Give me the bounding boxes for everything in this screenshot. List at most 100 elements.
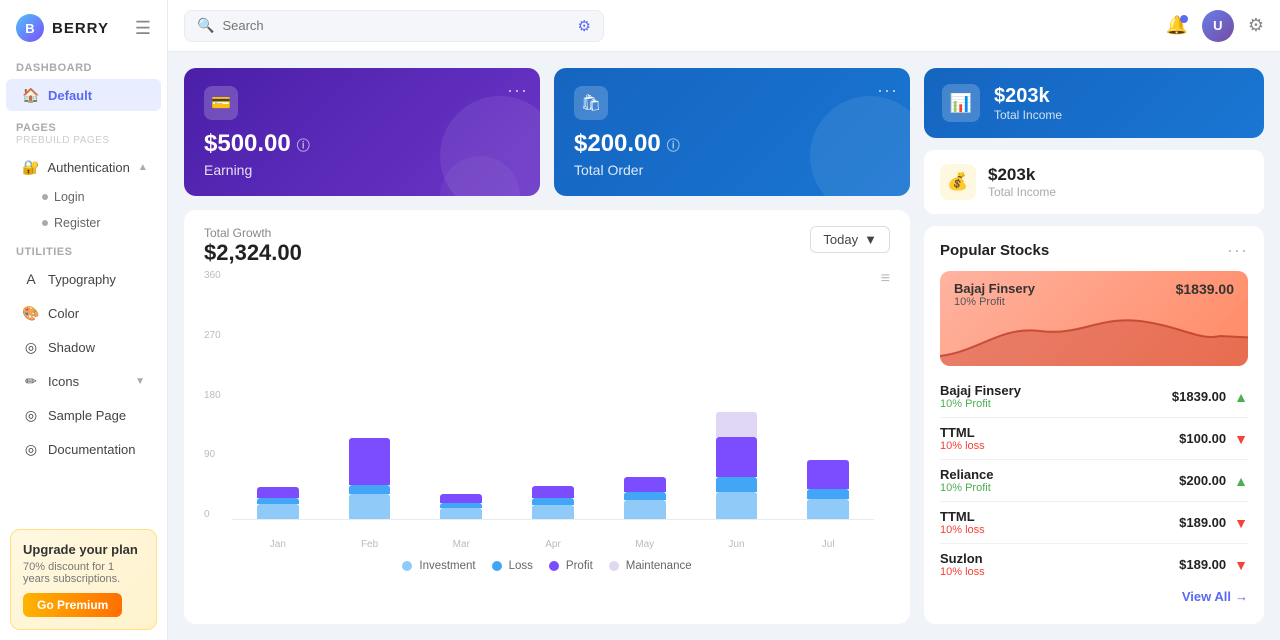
stock-info: Suzlon10% loss bbox=[940, 551, 985, 578]
bar-profit bbox=[624, 477, 666, 492]
trend-down-icon: ▼ bbox=[1234, 557, 1248, 573]
earning-label: Earning bbox=[204, 162, 520, 178]
chart-options-button[interactable]: ≡ bbox=[881, 270, 890, 288]
chart-x-label: Mar bbox=[415, 539, 507, 550]
stock-info: TTML10% loss bbox=[940, 509, 985, 536]
trend-down-icon: ▼ bbox=[1234, 431, 1248, 447]
stock-row: Reliance10% Profit $200.00▲ bbox=[940, 460, 1248, 502]
legend-dot-maintenance bbox=[609, 561, 619, 571]
sidebar-item-authentication[interactable]: 🔐 Authentication ▲ bbox=[6, 151, 161, 183]
sidebar-item-login[interactable]: Login bbox=[6, 185, 161, 209]
income-small-label: Total Income bbox=[988, 185, 1056, 199]
stock-value: $189.00 bbox=[1179, 557, 1226, 572]
bar-profit bbox=[807, 460, 849, 489]
bar-loss bbox=[716, 477, 758, 492]
upgrade-box: Upgrade your plan 70% discount for 1 yea… bbox=[10, 529, 157, 630]
logo-area: B BERRY ☰ bbox=[0, 0, 167, 52]
popular-stocks-card: Popular Stocks ··· Bajaj Finsery 10% Pro… bbox=[924, 226, 1264, 624]
bar-investment bbox=[716, 492, 758, 520]
docs-icon: ◎ bbox=[22, 440, 40, 458]
bar-group bbox=[704, 412, 768, 520]
ps-chart-stock-value: $1839.00 bbox=[1176, 281, 1234, 297]
bar-profit bbox=[532, 486, 574, 498]
total-income-top-card: 📊 $203k Total Income bbox=[924, 68, 1264, 138]
wallet-icon: 💳 bbox=[211, 93, 231, 113]
menu-toggle-button[interactable]: ☰ bbox=[135, 18, 151, 39]
stock-row: TTML10% loss$100.00▼ bbox=[940, 418, 1248, 460]
stock-name: TTML bbox=[940, 509, 985, 524]
logo-icon: B bbox=[16, 14, 44, 42]
search-input[interactable] bbox=[222, 18, 561, 33]
bar-profit bbox=[440, 494, 482, 503]
bar-investment bbox=[349, 494, 391, 519]
stacked-bar bbox=[716, 412, 758, 520]
total-order-label: Total Order bbox=[574, 162, 890, 178]
sidebar-item-typography[interactable]: A Typography bbox=[6, 263, 161, 295]
chart-x-label: May bbox=[599, 539, 691, 550]
filter-button[interactable]: ⚙ bbox=[578, 17, 591, 35]
search-icon: 🔍 bbox=[197, 17, 214, 34]
growth-chart-card: Total Growth $2,324.00 Today ▼ ≡ 360 270… bbox=[184, 210, 910, 624]
sidebar-item-register[interactable]: Register bbox=[6, 211, 161, 235]
app-name: BERRY bbox=[52, 20, 109, 37]
sidebar-item-shadow[interactable]: ◎ Shadow bbox=[6, 331, 161, 363]
content: ··· 💳 $500.00 ⓘ Earning ··· 🛍 bbox=[168, 52, 1280, 640]
shadow-icon: ◎ bbox=[22, 338, 40, 356]
sidebar-item-icons[interactable]: ✏ Icons ▼ bbox=[6, 365, 161, 397]
stock-value: $189.00 bbox=[1179, 515, 1226, 530]
chart-x-label: Jul bbox=[782, 539, 874, 550]
chart-month-col bbox=[507, 270, 599, 519]
chart-month-col bbox=[232, 270, 324, 519]
income-small-info: $203k Total Income bbox=[988, 165, 1056, 199]
stock-info: Reliance10% Profit bbox=[940, 467, 993, 494]
view-all-row: View All → bbox=[940, 589, 1248, 604]
chart-title: Total Growth bbox=[204, 226, 302, 240]
left-column: ··· 💳 $500.00 ⓘ Earning ··· 🛍 bbox=[184, 68, 910, 624]
chart-legend: Investment Loss Profit Maintenance bbox=[204, 560, 890, 572]
total-order-info-icon[interactable]: ⓘ bbox=[667, 135, 680, 154]
income-top-icon: 📊 bbox=[942, 84, 980, 122]
stock-row: Suzlon10% loss $189.00 ▼ bbox=[940, 544, 1248, 585]
bar-investment bbox=[532, 505, 574, 519]
chart-bars bbox=[232, 270, 874, 520]
total-order-amount: $200.00 ⓘ bbox=[574, 130, 890, 158]
total-income-small-card: 💰 $203k Total Income bbox=[924, 150, 1264, 214]
stock-name: TTML bbox=[940, 425, 985, 440]
sidebar-item-docs[interactable]: ◎ Documentation bbox=[6, 433, 161, 465]
upgrade-button[interactable]: Go Premium bbox=[23, 593, 122, 617]
earning-card-menu[interactable]: ··· bbox=[507, 80, 528, 101]
total-order-card-menu[interactable]: ··· bbox=[877, 80, 898, 101]
sidebar-item-default[interactable]: 🏠 Default bbox=[6, 79, 161, 111]
header-actions: 🔔 U ⚙ bbox=[1165, 10, 1264, 42]
sidebar-item-color[interactable]: 🎨 Color bbox=[6, 297, 161, 329]
chart-x-label: Jan bbox=[232, 539, 324, 550]
period-selector-button[interactable]: Today ▼ bbox=[810, 226, 890, 253]
stock-name: Suzlon bbox=[940, 551, 985, 566]
avatar[interactable]: U bbox=[1202, 10, 1234, 42]
notification-button[interactable]: 🔔 bbox=[1165, 15, 1187, 36]
income-small-icon: 💰 bbox=[940, 164, 976, 200]
popular-stocks-header: Popular Stocks ··· bbox=[940, 240, 1248, 261]
pages-section-label: Pages Prebuild Pages bbox=[0, 112, 167, 150]
stock-name: Reliance bbox=[940, 467, 993, 482]
utilities-section-label: Utilities bbox=[0, 236, 167, 262]
chart-y-labels: 360 270 180 90 0 bbox=[204, 270, 221, 520]
chart-month-col bbox=[691, 270, 783, 519]
earning-amount: $500.00 ⓘ bbox=[204, 130, 520, 158]
bar-investment bbox=[624, 500, 666, 519]
stock-row: Bajaj Finsery10% Profit$1839.00▲ bbox=[940, 376, 1248, 418]
ps-chart-svg bbox=[940, 306, 1248, 366]
upgrade-desc: 70% discount for 1 years subscriptions. bbox=[23, 561, 144, 585]
sidebar-item-sample[interactable]: ◎ Sample Page bbox=[6, 399, 161, 431]
income-top-info: $203k Total Income bbox=[994, 85, 1062, 122]
right-column: 📊 $203k Total Income 💰 $203k Total Incom… bbox=[924, 68, 1264, 624]
stock-right: $200.00▲ bbox=[1179, 473, 1248, 489]
bar-group bbox=[429, 494, 493, 519]
view-all-button[interactable]: View All → bbox=[1182, 589, 1248, 604]
earning-info-icon[interactable]: ⓘ bbox=[297, 135, 310, 154]
stock-sub: 10% loss bbox=[940, 566, 985, 578]
stacked-bar bbox=[349, 438, 391, 520]
chart-month-col bbox=[599, 270, 691, 519]
settings-button[interactable]: ⚙ bbox=[1248, 15, 1264, 36]
popular-stocks-menu-button[interactable]: ··· bbox=[1227, 240, 1248, 261]
